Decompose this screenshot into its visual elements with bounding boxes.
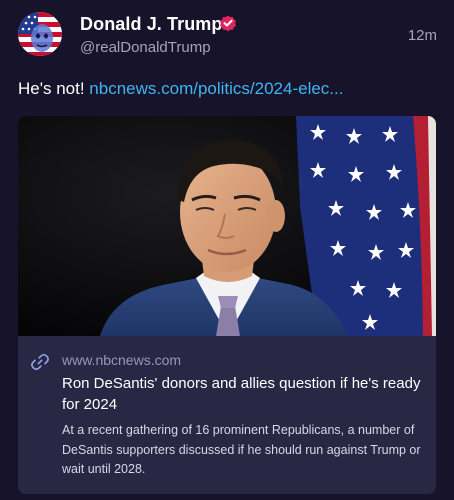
link-card-body[interactable]: www.nbcnews.com Ron DeSantis' donors and… — [18, 336, 436, 494]
link-icon — [31, 353, 49, 371]
post[interactable]: Donald J. Trump @realDonaldTrump 12m He'… — [0, 0, 454, 500]
avatar[interactable] — [18, 12, 62, 56]
post-link[interactable]: nbcnews.com/politics/2024-elec... — [89, 79, 343, 98]
author-display-name[interactable]: Donald J. Trump — [80, 14, 223, 35]
flag-face-avatar-icon — [18, 12, 62, 56]
link-card-title[interactable]: Ron DeSantis' donors and allies question… — [62, 373, 422, 415]
link-card-image[interactable] — [18, 116, 436, 336]
post-text: He's not! nbcnews.com/politics/2024-elec… — [18, 79, 343, 99]
link-card-description: At a recent gathering of 16 prominent Re… — [62, 423, 421, 476]
post-body-text: He's not! — [18, 79, 85, 98]
link-card[interactable]: www.nbcnews.com Ron DeSantis' donors and… — [18, 116, 436, 494]
link-card-domain: www.nbcnews.com — [62, 352, 182, 368]
verified-badge-icon — [220, 15, 236, 32]
author-handle[interactable]: @realDonaldTrump — [80, 39, 211, 56]
desantis-photo — [18, 116, 436, 336]
post-timestamp[interactable]: 12m — [408, 27, 437, 44]
